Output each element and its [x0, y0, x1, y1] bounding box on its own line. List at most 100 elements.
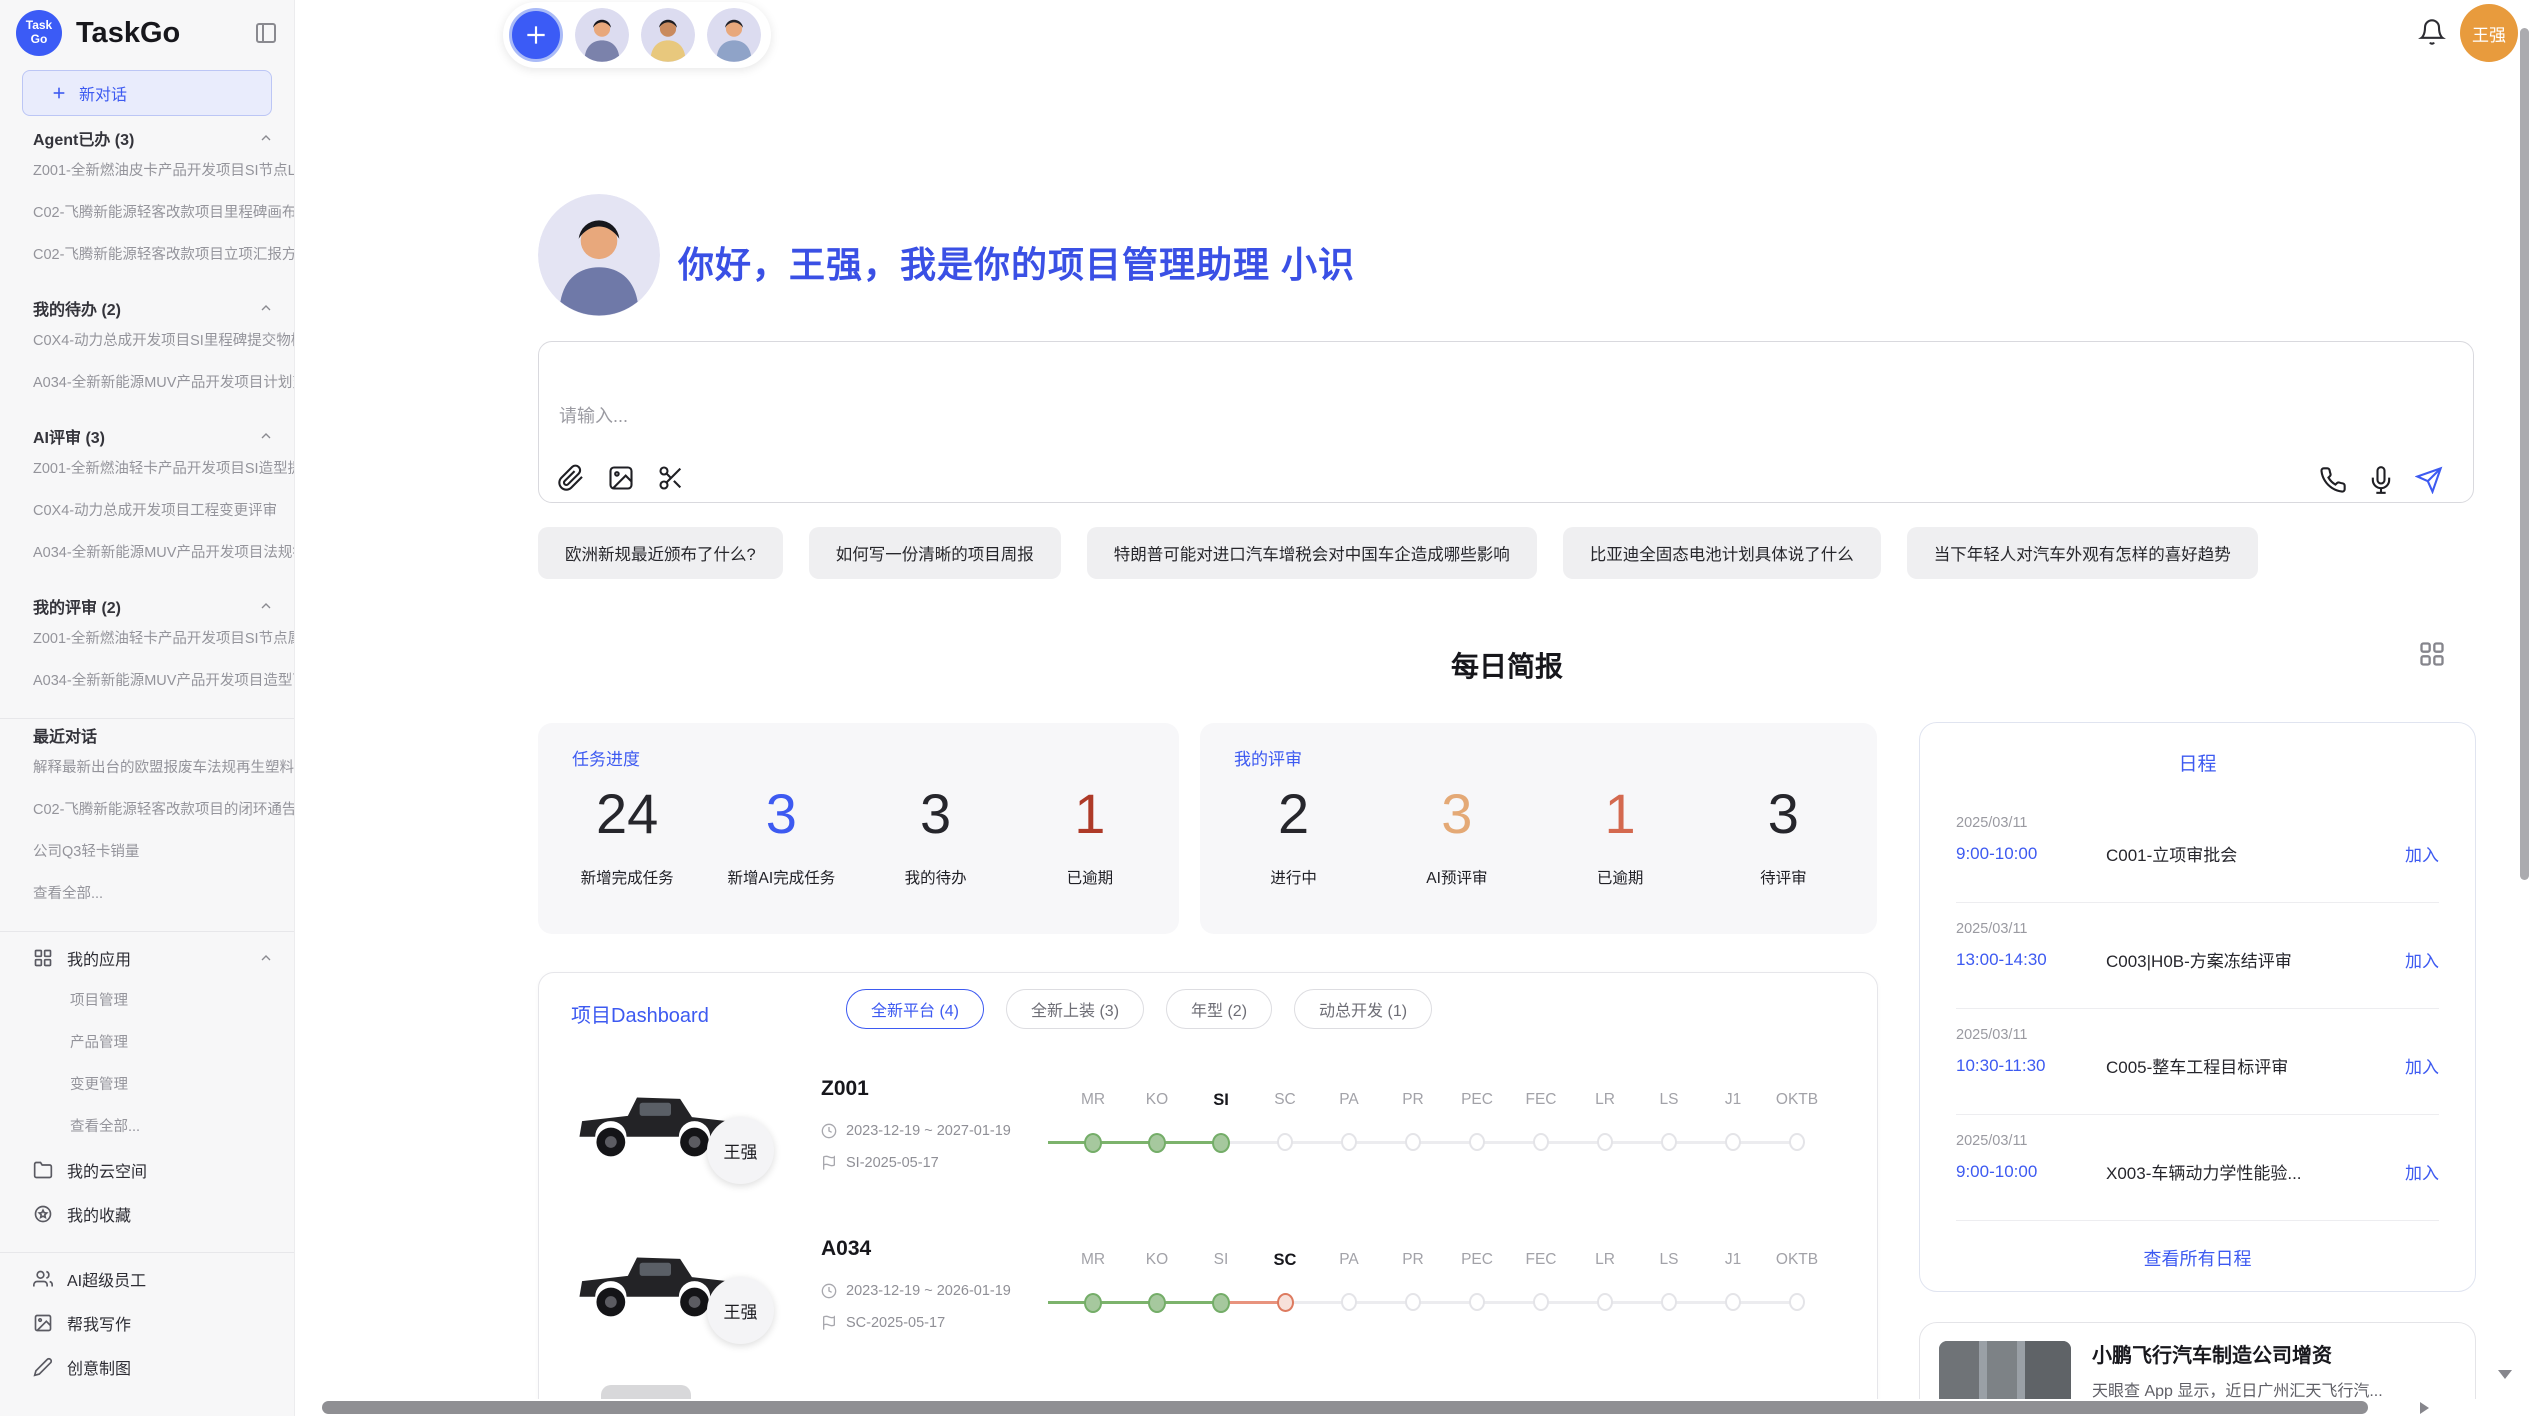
- dashboard-filter-chip[interactable]: 年型 (2): [1166, 989, 1272, 1029]
- suggestion-chip[interactable]: 特朗普可能对进口汽车增税会对中国车企造成哪些影响: [1087, 527, 1537, 579]
- sidebar-task-item[interactable]: Z001-全新燃油皮卡产品开发项目SI节点Lesson Learn报告: [0, 150, 294, 192]
- schedule-join-link[interactable]: 加入: [2405, 841, 2439, 866]
- milestone-label: SC: [1253, 1089, 1317, 1111]
- sidebar-section-header[interactable]: 我的评审 (2): [0, 594, 294, 618]
- star-badge-icon: [33, 1204, 53, 1224]
- schedule-date: 2025/03/11: [1956, 1133, 2439, 1149]
- my-apps-sub-item[interactable]: 产品管理: [0, 1022, 294, 1064]
- suggestion-chip[interactable]: 比亚迪全固态电池计划具体说了什么: [1563, 527, 1881, 579]
- sidebar-task-item[interactable]: A034-全新新能源MUV产品开发项目造型可行性评审: [0, 660, 294, 702]
- sidebar-item-write-help[interactable]: 帮我写作: [0, 1301, 294, 1345]
- scroll-right-arrow-icon[interactable]: [2420, 1402, 2429, 1414]
- sidebar-divider: [0, 931, 294, 932]
- milestone-label: FEC: [1509, 1089, 1573, 1111]
- image-upload-icon[interactable]: [607, 464, 635, 492]
- sidebar-task-item[interactable]: C0X4-动力总成开发项目工程变更评审: [0, 490, 294, 532]
- dashboard-filter-chip[interactable]: 全新上装 (3): [1006, 989, 1144, 1029]
- sidebar-task-item[interactable]: C0X4-动力总成开发项目SI里程碑提交物检查: [0, 320, 294, 362]
- schedule-card: 日程 2025/03/119:00-10:00C001-立项审批会加入2025/…: [1919, 722, 2476, 1292]
- flag-icon: [821, 1315, 837, 1331]
- schedule-time: 9:00-10:00: [1956, 1162, 2106, 1182]
- stat-row: 24新增完成任务3新增AI完成任务3我的待办1已逾期: [550, 786, 1167, 888]
- dashboard-filter-chip[interactable]: 全新平台 (4): [846, 989, 984, 1029]
- sidebar-item-cloud-space[interactable]: 我的云空间: [0, 1148, 294, 1192]
- project-flag-milestone: SC-2025-05-17: [821, 1315, 945, 1331]
- sidebar-item-creative-draw[interactable]: 创意制图: [0, 1345, 294, 1389]
- session-avatar[interactable]: [641, 8, 695, 62]
- chat-input[interactable]: 请输入...: [538, 341, 2474, 503]
- view-all-schedule-link[interactable]: 查看所有日程: [1920, 1245, 2475, 1271]
- milestone-dot: [1597, 1133, 1613, 1151]
- project-row[interactable]: 王强Z0012023-12-19 ~ 2027-01-19SI-2025-05-…: [569, 1063, 1849, 1213]
- scissors-icon[interactable]: [657, 464, 685, 492]
- recent-view-all-link[interactable]: 查看全部...: [0, 873, 294, 915]
- milestone-label: PEC: [1445, 1089, 1509, 1111]
- chevron-up-icon[interactable]: [258, 428, 274, 444]
- user-avatar[interactable]: 王强: [2460, 4, 2518, 62]
- schedule-entry: 2025/03/1110:30-11:30C005-整车工程目标评审加入: [1956, 1009, 2439, 1115]
- sidebar-section-header[interactable]: 我的待办 (2): [0, 296, 294, 320]
- microphone-icon[interactable]: [2367, 466, 2395, 494]
- sidebar-task-item[interactable]: Z001-全新燃油轻卡产品开发项目SI造型提交物评审: [0, 448, 294, 490]
- session-avatar[interactable]: [575, 8, 629, 62]
- send-icon[interactable]: [2415, 466, 2443, 494]
- phone-icon[interactable]: [2319, 466, 2347, 494]
- scroll-down-arrow-icon[interactable]: [2498, 1370, 2512, 1379]
- project-dates: 2023-12-19 ~ 2026-01-19: [821, 1283, 1011, 1299]
- schedule-join-link[interactable]: 加入: [2405, 1159, 2439, 1184]
- milestone-dot: [1277, 1133, 1293, 1151]
- chevron-up-icon[interactable]: [258, 598, 274, 614]
- sidebar-item-ai-staff[interactable]: AI超级员工: [0, 1257, 294, 1301]
- milestone-dot: [1469, 1293, 1485, 1311]
- project-owner-badge: 王强: [707, 1117, 774, 1184]
- new-session-button[interactable]: [509, 8, 563, 62]
- horizontal-scrollbar-track[interactable]: [318, 1399, 2532, 1416]
- session-avatar[interactable]: [707, 8, 761, 62]
- sidebar-task-item[interactable]: C02-飞腾新能源轻客改款项目立项汇报方案: [0, 234, 294, 276]
- suggestion-chip[interactable]: 当下年轻人对汽车外观有怎样的喜好趋势: [1907, 527, 2258, 579]
- new-chat-button[interactable]: 新对话: [22, 70, 272, 116]
- recent-chat-item[interactable]: C02-飞腾新能源轻客改款项目的闭环通告反馈情况: [0, 789, 294, 831]
- notification-bell-icon[interactable]: [2418, 18, 2446, 46]
- recent-chats-title: 最近对话: [33, 723, 97, 747]
- my-apps-sub-item[interactable]: 查看全部...: [0, 1106, 294, 1148]
- chevron-up-icon[interactable]: [258, 300, 274, 316]
- attachment-icon[interactable]: [557, 464, 585, 492]
- stat-item: 3AI预评审: [1375, 786, 1538, 888]
- milestone-label: PA: [1317, 1249, 1381, 1271]
- suggestion-chip[interactable]: 欧洲新规最近颁布了什么?: [538, 527, 783, 579]
- schedule-time: 10:30-11:30: [1956, 1056, 2106, 1076]
- vertical-scrollbar-thumb[interactable]: [2520, 28, 2529, 880]
- sidebar-task-item[interactable]: A034-全新新能源MUV产品开发项目法规符合性评审: [0, 532, 294, 574]
- sidebar-section-header[interactable]: Agent已办 (3): [0, 126, 294, 150]
- horizontal-scrollbar-thumb[interactable]: [322, 1401, 2368, 1414]
- briefing-grid-icon[interactable]: [2418, 640, 2446, 668]
- milestone-line: [1413, 1301, 1477, 1304]
- chevron-up-icon[interactable]: [258, 130, 274, 146]
- dashboard-filter-chip[interactable]: 动总开发 (1): [1294, 989, 1432, 1029]
- milestone-line: [1605, 1141, 1669, 1144]
- chevron-up-icon[interactable]: [258, 950, 274, 966]
- my-apps-sub-item[interactable]: 项目管理: [0, 980, 294, 1022]
- sidebar-item-my-apps[interactable]: 我的应用: [0, 936, 294, 980]
- sidebar-section-header[interactable]: AI评审 (3): [0, 424, 294, 448]
- schedule-join-link[interactable]: 加入: [2405, 1053, 2439, 1078]
- sidebar-task-item[interactable]: A034-全新新能源MUV产品开发项目计划变更表编写: [0, 362, 294, 404]
- sidebar-item-favorites[interactable]: 我的收藏: [0, 1192, 294, 1236]
- milestone-dot: [1469, 1133, 1485, 1151]
- my-apps-sub-item[interactable]: 变更管理: [0, 1064, 294, 1106]
- stat-item: 24新增完成任务: [550, 786, 704, 888]
- stat-item: 3新增AI完成任务: [704, 786, 858, 888]
- project-row[interactable]: 王强A0342023-12-19 ~ 2026-01-19SC-2025-05-…: [569, 1223, 1849, 1373]
- greeting-title: 你好，王强，我是你的项目管理助理 小识: [678, 236, 1355, 288]
- suggestion-chip[interactable]: 如何写一份清晰的项目周报: [809, 527, 1061, 579]
- assistant-avatar: [538, 194, 660, 316]
- sidebar-task-item[interactable]: Z001-全新燃油轻卡产品开发项目SI节点属性5D文件评审: [0, 618, 294, 660]
- recent-chat-item[interactable]: 公司Q3轻卡销量: [0, 831, 294, 873]
- milestone-label: KO: [1125, 1249, 1189, 1271]
- sidebar-collapse-icon[interactable]: [254, 21, 278, 45]
- schedule-join-link[interactable]: 加入: [2405, 947, 2439, 972]
- sidebar-task-item[interactable]: C02-飞腾新能源轻客改款项目里程碑画布: [0, 192, 294, 234]
- sidebar-section-title: 我的评审 (2): [33, 594, 121, 618]
- recent-chat-item[interactable]: 解释最新出台的欧盟报废车法规再生塑料比例被调至15%...: [0, 747, 294, 789]
